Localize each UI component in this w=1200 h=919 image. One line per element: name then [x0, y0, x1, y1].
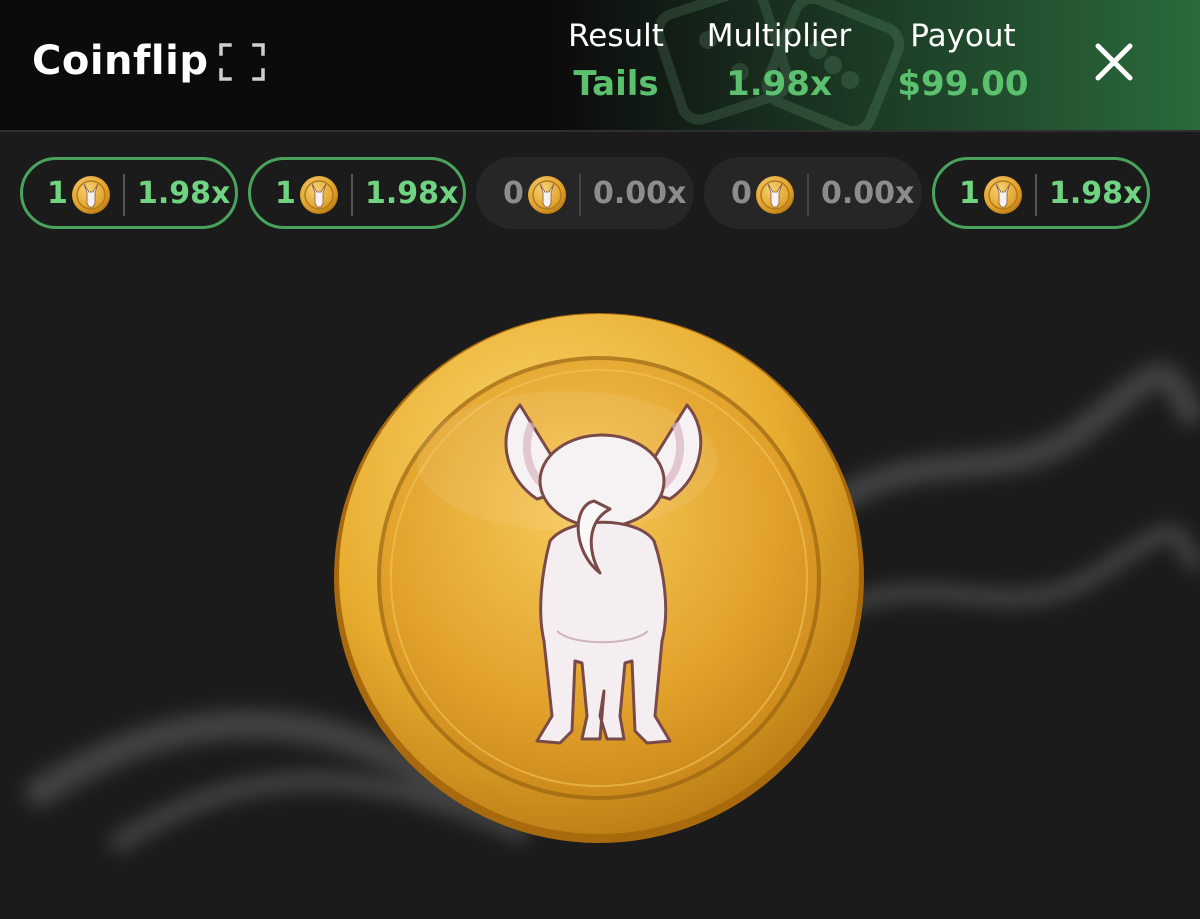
coin-icon: [983, 175, 1023, 215]
close-icon[interactable]: [1092, 40, 1136, 84]
history-count: 0: [503, 176, 524, 211]
history-divider: [1035, 174, 1037, 216]
history-multiplier: 0.00x: [593, 176, 687, 211]
payout-label: Payout: [910, 18, 1016, 54]
history-count: 1: [275, 176, 296, 211]
payout-value: $99.00: [897, 64, 1029, 104]
history-item: 1 1.98x: [248, 157, 466, 229]
history-item: 0 0.00x: [704, 157, 922, 229]
result-stat: Result Tails: [560, 18, 672, 104]
history-item: 1 1.98x: [20, 157, 238, 229]
result-label: Result: [568, 18, 664, 54]
history-strip: 1 1.98x 1 1.98x 0 0.00x 0 0.00x 1 1.98x: [20, 157, 1176, 229]
history-divider: [579, 174, 581, 216]
payout-stat: Payout $99.00: [888, 18, 1038, 104]
coin-icon: [299, 175, 339, 215]
history-count: 1: [959, 176, 980, 211]
multiplier-value: 1.98x: [726, 64, 832, 104]
coin-icon: [71, 175, 111, 215]
history-count: 0: [731, 176, 752, 211]
multiplier-stat: Multiplier 1.98x: [696, 18, 862, 104]
game-header: Coinflip Result Tails Multiplier 1.98x P…: [0, 0, 1200, 130]
history-divider: [123, 174, 125, 216]
history-item: 0 0.00x: [476, 157, 694, 229]
game-title: Coinflip: [32, 38, 209, 84]
history-multiplier: 0.00x: [821, 176, 915, 211]
coin-tails-face[interactable]: [332, 311, 866, 845]
history-divider: [351, 174, 353, 216]
history-multiplier: 1.98x: [1049, 176, 1143, 211]
fullscreen-icon[interactable]: [218, 42, 266, 82]
game-stage: [0, 232, 1200, 919]
multiplier-label: Multiplier: [706, 18, 852, 54]
header-divider: [0, 130, 1200, 132]
coin-icon: [755, 175, 795, 215]
history-item: 1 1.98x: [932, 157, 1150, 229]
history-count: 1: [47, 176, 68, 211]
coin-icon: [527, 175, 567, 215]
history-multiplier: 1.98x: [365, 176, 459, 211]
history-multiplier: 1.98x: [137, 176, 231, 211]
result-value: Tails: [573, 64, 659, 104]
history-divider: [807, 174, 809, 216]
